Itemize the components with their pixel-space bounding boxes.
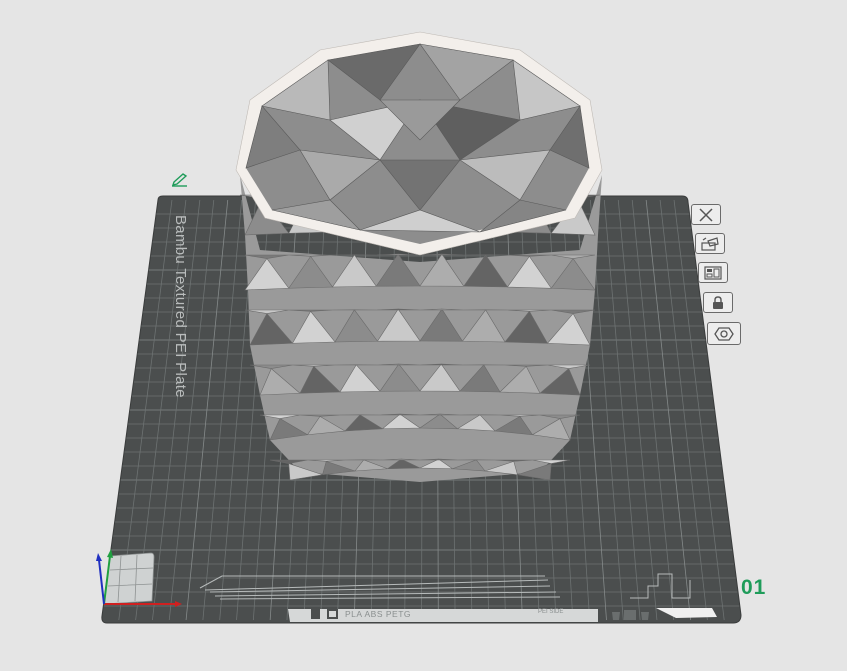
close-plate-button[interactable] (691, 204, 721, 225)
lock-plate-button[interactable] (703, 292, 733, 313)
arrange-icon (704, 265, 722, 280)
arrange-button[interactable] (698, 262, 728, 283)
plate-settings-button[interactable] (707, 322, 741, 345)
x-icon (699, 207, 713, 222)
edit-plate-name-icon[interactable] (170, 171, 190, 187)
filament-side-text: PEI SIDE (538, 609, 564, 615)
filament-compat-text: PLA ABS PETG (345, 609, 412, 619)
z-axis-line (98, 559, 105, 605)
plate-type-label: Bambu Textured PEI Plate (172, 215, 189, 398)
plate-number: 01 (741, 576, 767, 599)
auto-orient-button[interactable] (695, 233, 725, 254)
lock-icon (713, 295, 723, 309)
hex-nut-icon (714, 326, 734, 341)
orient-icon (701, 236, 719, 251)
